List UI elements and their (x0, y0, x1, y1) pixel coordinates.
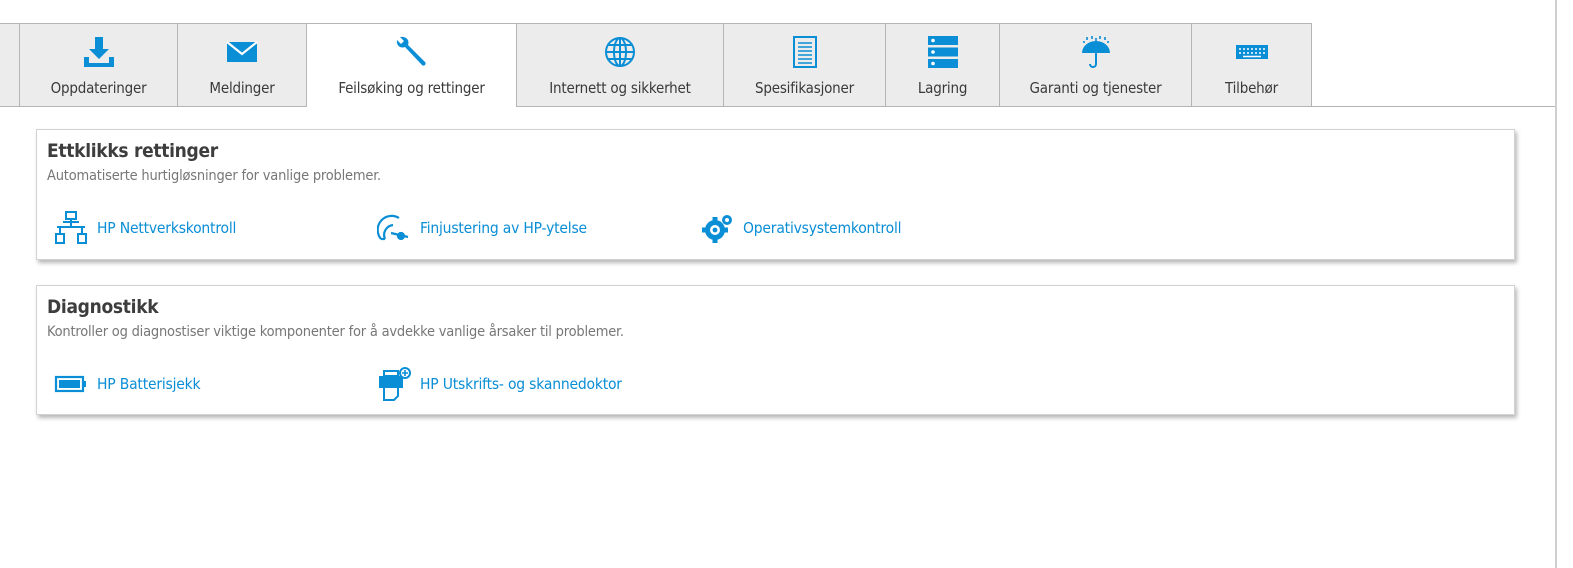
tab-bar-bottom-border (0, 106, 1555, 107)
tab-label: Lagring (917, 79, 968, 97)
keyboard-icon (1234, 35, 1270, 69)
tab-storage[interactable]: Lagring (885, 23, 1000, 106)
section-description: Kontroller og diagnostiser viktige kompo… (47, 324, 624, 340)
os-check-link[interactable]: Operativsystemkontroll (699, 210, 902, 246)
section-title: Diagnostikk (47, 296, 159, 318)
tab-messages[interactable]: Meldinger (177, 23, 307, 106)
performance-tuneup-link[interactable]: Finjustering av HP-ytelse (376, 210, 587, 246)
diagnostics-panel: Diagnostikk Kontroller og diagnostiser v… (36, 285, 1515, 415)
tool-label: HP Batterisjekk (97, 375, 201, 393)
tab-accessories[interactable]: Tilbehør (1191, 23, 1312, 106)
tab-warranty-services[interactable]: Garanti og tjenester (999, 23, 1192, 106)
storage-icon (925, 35, 961, 69)
wrench-icon (394, 35, 430, 69)
quick-fixes-panel: Ettklikks rettinger Automatiserte hurtig… (36, 129, 1515, 260)
performance-gauge-icon (376, 210, 412, 246)
tab-label: Spesifikasjoner (755, 79, 854, 97)
section-title: Ettklikks rettinger (47, 140, 218, 162)
tab-specifications[interactable]: Spesifikasjoner (723, 23, 886, 106)
network-check-link[interactable]: HP Nettverkskontroll (53, 210, 236, 246)
document-icon (787, 35, 823, 69)
tab-label: Internett og sikkerhet (549, 79, 691, 97)
tab-label: Oppdateringer (50, 79, 147, 97)
tab-label: Meldinger (209, 79, 275, 97)
tab-internet-security[interactable]: Internett og sikkerhet (516, 23, 724, 106)
print-scan-doctor-link[interactable]: HP Utskrifts- og skannedoktor (376, 366, 622, 402)
window-right-border (1555, 0, 1557, 568)
globe-icon (602, 35, 638, 69)
tool-label: HP Utskrifts- og skannedoktor (420, 375, 622, 393)
tab-label: Feilsøking og rettinger (338, 79, 485, 97)
printer-doctor-icon (376, 366, 412, 402)
tool-label: Operativsystemkontroll (743, 219, 902, 237)
gears-icon (699, 210, 735, 246)
tab-partial[interactable] (0, 23, 20, 106)
umbrella-icon (1078, 35, 1114, 69)
tab-label: Tilbehør (1225, 79, 1278, 97)
tool-label: HP Nettverkskontroll (97, 219, 237, 237)
battery-check-link[interactable]: HP Batterisjekk (53, 366, 201, 402)
section-description: Automatiserte hurtigløsninger for vanlig… (47, 168, 381, 184)
tab-label: Garanti og tjenester (1029, 79, 1162, 97)
tool-label: Finjustering av HP-ytelse (420, 219, 587, 237)
battery-icon (53, 366, 89, 402)
download-icon (81, 35, 117, 69)
tab-troubleshooting[interactable]: Feilsøking og rettinger (306, 23, 517, 107)
tab-updates[interactable]: Oppdateringer (19, 23, 178, 106)
network-icon (53, 210, 89, 246)
tab-bar: Oppdateringer Meldinger Feilsøking og re… (0, 23, 1555, 107)
envelope-icon (224, 35, 260, 69)
